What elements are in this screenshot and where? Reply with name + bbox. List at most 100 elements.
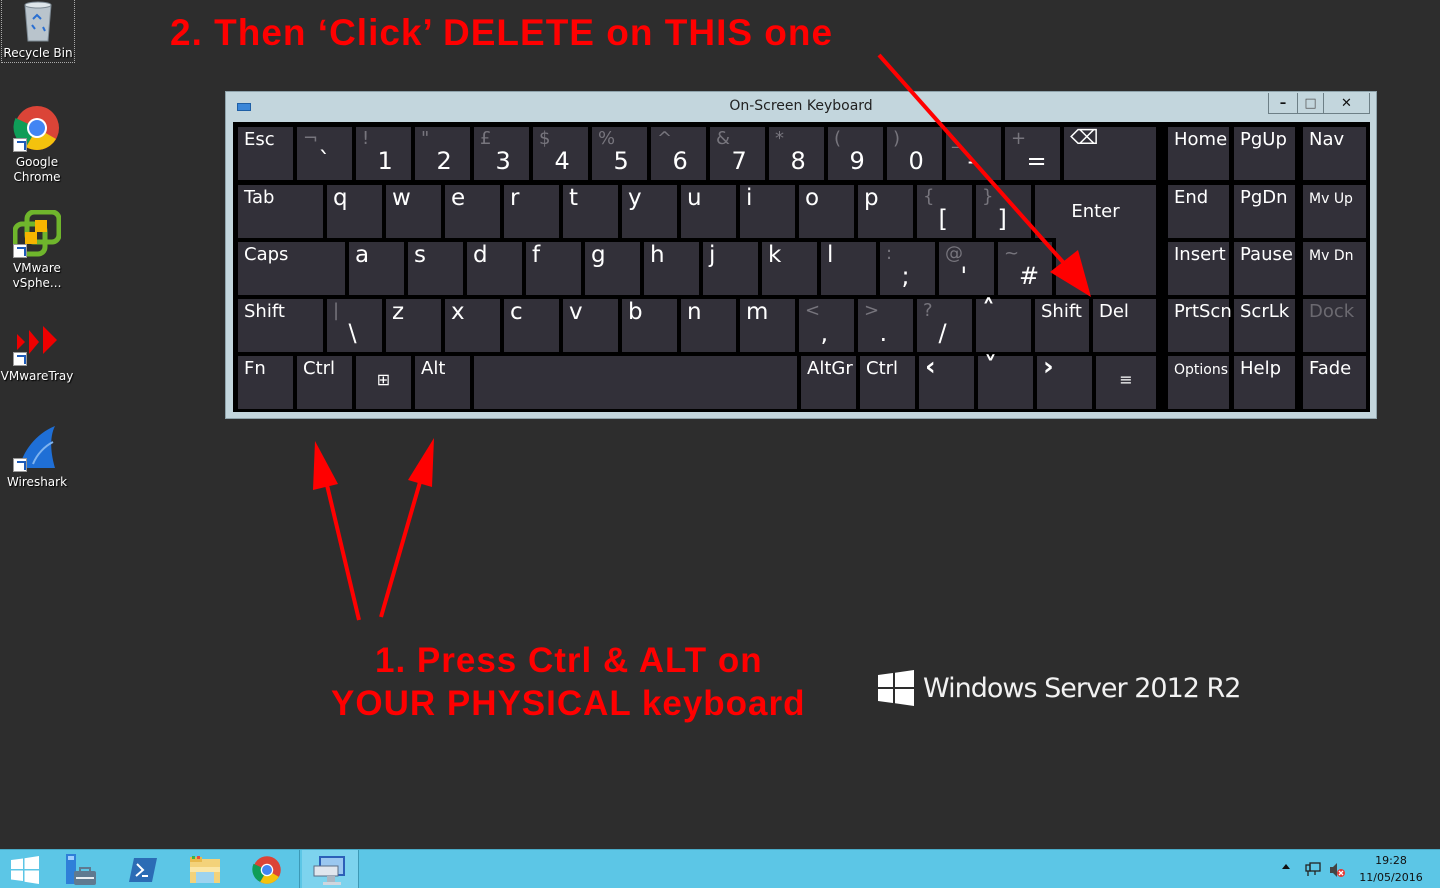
key-symbol-0-11[interactable]: ) 0: [887, 127, 942, 180]
key-pgdn[interactable]: PgDn: [1234, 185, 1295, 238]
network-icon[interactable]: [1305, 862, 1321, 881]
key-b[interactable]: b: [622, 299, 677, 352]
key-end[interactable]: End: [1168, 185, 1229, 238]
key-symbol-1-11[interactable]: {[: [917, 185, 972, 238]
key-symbol-0-1[interactable]: ¬ `: [297, 127, 352, 180]
key-symbol-3-9[interactable]: <,: [799, 299, 854, 352]
key-a[interactable]: a: [349, 242, 404, 295]
key-symbol-0-7[interactable]: ^ 6: [651, 127, 706, 180]
key-w[interactable]: w: [386, 185, 441, 238]
key-x[interactable]: x: [445, 299, 500, 352]
key-space[interactable]: [474, 356, 797, 409]
tray-overflow-button[interactable]: [1282, 864, 1290, 869]
key-p[interactable]: p: [858, 185, 913, 238]
key-symbol-0-9[interactable]: * 8: [769, 127, 824, 180]
key-mv-up[interactable]: Mv Up: [1303, 185, 1366, 238]
key-left-arrow[interactable]: ‹: [919, 352, 974, 409]
key-tab[interactable]: Tab: [238, 185, 323, 238]
key-symbol-0-13[interactable]: + =: [1005, 127, 1060, 180]
key-symbol-3-10[interactable]: >.: [858, 299, 913, 352]
key-f[interactable]: f: [526, 242, 581, 295]
key-q[interactable]: q: [327, 185, 382, 238]
key-symbol-0-6[interactable]: % 5: [592, 127, 647, 180]
key-fade[interactable]: Fade: [1303, 356, 1366, 409]
key-esc[interactable]: Esc: [238, 127, 293, 180]
key-symbol-2-10[interactable]: :;: [880, 242, 935, 295]
key-del[interactable]: Del: [1093, 299, 1156, 352]
key-d[interactable]: d: [467, 242, 522, 295]
key-enter-lower[interactable]: [1056, 237, 1156, 295]
key-y[interactable]: y: [622, 185, 677, 238]
key-fn[interactable]: Fn: [238, 356, 293, 409]
key-insert[interactable]: Insert: [1168, 242, 1229, 295]
key-backspace[interactable]: ⌫: [1064, 125, 1156, 180]
taskbar-file-explorer[interactable]: [180, 850, 230, 888]
key-symbol-0-3[interactable]: " 2: [415, 127, 470, 180]
volume-muted-icon[interactable]: [1329, 862, 1345, 882]
key-v[interactable]: v: [563, 299, 618, 352]
key-l[interactable]: l: [821, 242, 876, 295]
key-mv-dn[interactable]: Mv Dn: [1303, 242, 1366, 295]
desktop-icon-recycle-bin[interactable]: Recycle Bin: [1, 0, 75, 63]
key-symbol-0-4[interactable]: £3: [474, 127, 529, 180]
key-symbol-1-12[interactable]: }]: [976, 185, 1031, 238]
maximize-button[interactable]: □: [1297, 93, 1323, 113]
key-enter[interactable]: Enter: [1035, 185, 1156, 238]
key-menu[interactable]: ≡: [1096, 356, 1156, 409]
desktop-icon-google-chrome[interactable]: Google Chrome: [0, 104, 74, 185]
key-windows[interactable]: ⊞: [356, 356, 411, 409]
taskbar-chrome[interactable]: [242, 850, 292, 888]
key-ctrl[interactable]: Ctrl: [297, 356, 352, 409]
key-symbol-0-12[interactable]: _ -: [946, 127, 1001, 180]
desktop-icon-vmware-vsphere[interactable]: VMware vSphe...: [0, 209, 74, 291]
key-symbol-0-5[interactable]: $4: [533, 127, 588, 180]
key-g[interactable]: g: [585, 242, 640, 295]
key-up-arrow[interactable]: ˄: [976, 295, 1031, 352]
key-n[interactable]: n: [681, 299, 736, 352]
key-j[interactable]: j: [703, 242, 758, 295]
key-c[interactable]: c: [504, 299, 559, 352]
key-r[interactable]: r: [504, 185, 559, 238]
key-ctrl[interactable]: Ctrl: [860, 356, 915, 409]
key-o[interactable]: o: [799, 185, 854, 238]
key-options[interactable]: Options: [1168, 356, 1229, 409]
key-down-arrow[interactable]: ˅: [978, 352, 1033, 409]
taskbar-server-manager[interactable]: [56, 850, 106, 888]
taskbar-on-screen-keyboard[interactable]: [302, 850, 358, 888]
key-dock[interactable]: Dock: [1303, 299, 1366, 352]
key-s[interactable]: s: [408, 242, 463, 295]
key-scrlk[interactable]: ScrLk: [1234, 299, 1295, 352]
key-prtscn[interactable]: PrtScn: [1168, 299, 1232, 352]
key-i[interactable]: i: [740, 185, 795, 238]
key-caps[interactable]: Caps: [238, 242, 345, 295]
key-shift[interactable]: Shift: [1035, 299, 1089, 352]
key-symbol-2-12[interactable]: ~ #: [998, 242, 1052, 295]
key-symbol-2-11[interactable]: @ ': [939, 242, 994, 295]
key-symbol-0-10[interactable]: (9: [828, 127, 883, 180]
close-button[interactable]: ✕: [1323, 93, 1369, 113]
key-help[interactable]: Help: [1234, 356, 1295, 409]
key-home[interactable]: Home: [1168, 127, 1229, 180]
key-e[interactable]: e: [445, 185, 500, 238]
key-right-arrow[interactable]: ›: [1037, 352, 1092, 409]
desktop-icon-vmwaretray[interactable]: VMwareTray: [0, 322, 74, 384]
key-symbol-0-8[interactable]: & 7: [710, 127, 765, 180]
key-k[interactable]: k: [762, 242, 817, 295]
desktop-icon-wireshark[interactable]: Wireshark: [0, 424, 74, 490]
taskbar-powershell[interactable]: [118, 850, 168, 888]
key-symbol-3-1[interactable]: | \: [327, 299, 382, 352]
key-nav[interactable]: Nav: [1303, 127, 1366, 180]
key-symbol-3-11[interactable]: ? /: [917, 299, 972, 352]
key-h[interactable]: h: [644, 242, 699, 295]
clock[interactable]: 19:28 11/05/2016: [1356, 852, 1426, 886]
key-pause[interactable]: Pause: [1234, 242, 1295, 295]
key-m[interactable]: m: [740, 299, 795, 352]
key-altgr[interactable]: AltGr: [801, 356, 856, 409]
minimize-button[interactable]: –: [1269, 93, 1297, 113]
start-button[interactable]: [0, 850, 50, 888]
key-t[interactable]: t: [563, 185, 618, 238]
key-z[interactable]: z: [386, 299, 441, 352]
key-symbol-0-2[interactable]: ! 1: [356, 127, 411, 180]
key-shift[interactable]: Shift: [238, 299, 323, 352]
key-u[interactable]: u: [681, 185, 736, 238]
